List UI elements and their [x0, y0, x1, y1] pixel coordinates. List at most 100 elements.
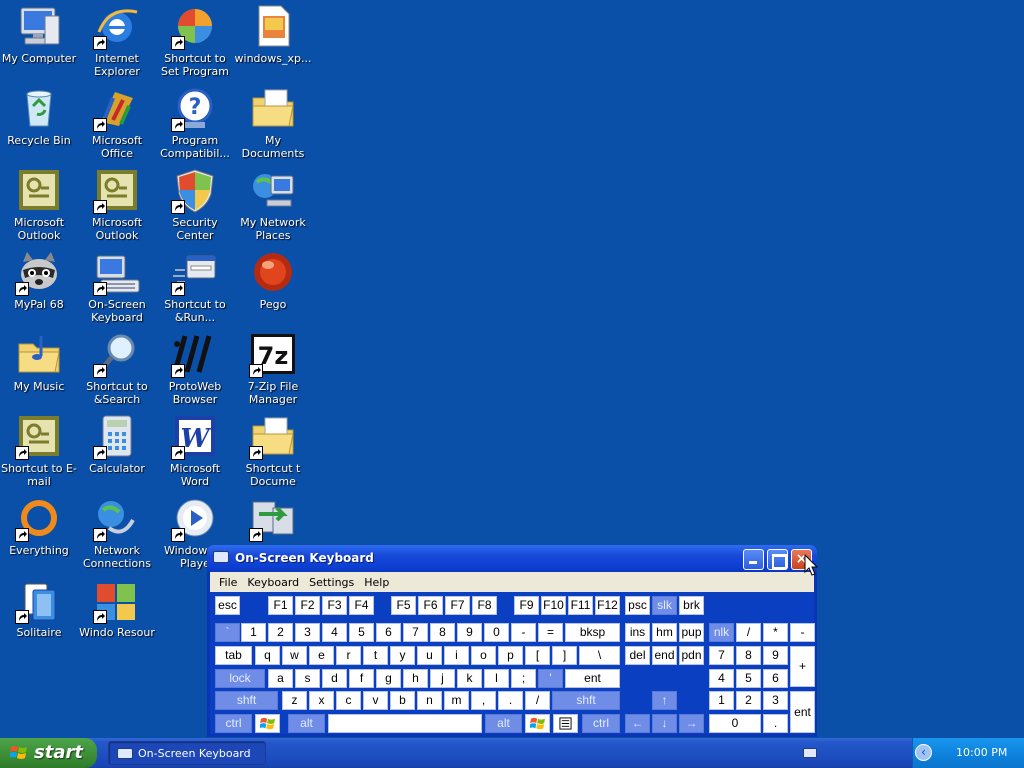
desktop-icon[interactable]: Microsoft Office [78, 84, 156, 160]
key-slash[interactable]: / [525, 691, 550, 710]
key-y[interactable]: y [390, 646, 415, 665]
key-pup[interactable]: pup [679, 623, 704, 642]
key-grave[interactable]: ` [215, 623, 240, 642]
key-f8[interactable]: F8 [472, 596, 497, 615]
key-rshft[interactable]: shft [552, 691, 620, 710]
key-n9[interactable]: 9 [457, 623, 482, 642]
key-f6[interactable]: F6 [418, 596, 443, 615]
desktop-icon[interactable]: ProtoWeb Browser [156, 330, 234, 406]
key-lalt[interactable]: alt [288, 714, 325, 733]
key-comma[interactable]: , [471, 691, 496, 710]
keyboard-tray-icon[interactable] [803, 748, 817, 758]
desktop-icon[interactable]: Security Center [156, 166, 234, 242]
key-f11[interactable]: F11 [568, 596, 593, 615]
key-esc[interactable]: esc [215, 596, 240, 615]
desktop-icon[interactable]: Network Connections [78, 494, 156, 570]
key-np1[interactable]: 1 [709, 691, 734, 710]
key-del[interactable]: del [625, 646, 650, 665]
key-down[interactable]: ↓ [652, 714, 677, 733]
key-b[interactable]: b [390, 691, 415, 710]
taskbar-button-on-screen-keyboard[interactable]: On-Screen Keyboard [108, 741, 266, 765]
key-m[interactable]: m [444, 691, 469, 710]
key-g[interactable]: g [376, 669, 401, 688]
key-w[interactable]: w [282, 646, 307, 665]
menu-settings[interactable]: Settings [304, 576, 359, 589]
key-f12[interactable]: F12 [595, 596, 620, 615]
key-minus[interactable]: - [511, 623, 536, 642]
key-up[interactable]: ↑ [652, 691, 677, 710]
key-v[interactable]: v [363, 691, 388, 710]
key-win-left[interactable] [255, 714, 280, 733]
key-brk[interactable]: brk [679, 596, 704, 615]
key-f5[interactable]: F5 [391, 596, 416, 615]
key-f3[interactable]: F3 [322, 596, 347, 615]
key-np5[interactable]: 5 [736, 669, 761, 688]
key-f9[interactable]: F9 [514, 596, 539, 615]
key-np0[interactable]: 0 [709, 714, 761, 733]
key-h[interactable]: h [403, 669, 428, 688]
key-k[interactable]: k [457, 669, 482, 688]
key-np3[interactable]: 3 [763, 691, 788, 710]
key-n6[interactable]: 6 [376, 623, 401, 642]
desktop-icon[interactable]: W Microsoft Word [156, 412, 234, 488]
key-space[interactable] [328, 714, 482, 733]
desktop-icon[interactable]: Microsoft Outlook [0, 166, 78, 242]
key-np-dot[interactable]: . [763, 714, 788, 733]
key-r[interactable]: r [336, 646, 361, 665]
key-np-ent[interactable]: ent [790, 691, 815, 733]
maximize-button[interactable] [767, 549, 788, 570]
key-psc[interactable]: psc [625, 596, 650, 615]
key-u[interactable]: u [417, 646, 442, 665]
key-rctrl[interactable]: ctrl [582, 714, 620, 733]
key-d[interactable]: d [322, 669, 347, 688]
key-np6[interactable]: 6 [763, 669, 788, 688]
key-f4[interactable]: F4 [349, 596, 374, 615]
desktop-icon[interactable]: 7z 7-Zip File Manager [234, 330, 312, 406]
desktop-icon[interactable]: On-Screen Keyboard [78, 248, 156, 324]
key-bslash[interactable]: \ [579, 646, 620, 665]
key-np9[interactable]: 9 [763, 646, 788, 665]
key-e[interactable]: e [309, 646, 334, 665]
desktop-icon[interactable]: Calculator [78, 412, 156, 475]
key-x[interactable]: x [309, 691, 334, 710]
desktop-icon[interactable]: Shortcut t Docume [234, 412, 312, 488]
key-ent[interactable]: ent [565, 669, 620, 688]
key-n1[interactable]: 1 [241, 623, 266, 642]
menu-keyboard[interactable]: Keyboard [242, 576, 304, 589]
menu-help[interactable]: Help [359, 576, 394, 589]
key-l[interactable]: l [484, 669, 509, 688]
desktop-icon[interactable]: Shortcut to &Run... [156, 248, 234, 324]
key-tab[interactable]: tab [215, 646, 252, 665]
key-slk[interactable]: slk [652, 596, 677, 615]
desktop-icon[interactable]: Windo Resour [78, 576, 156, 639]
desktop-icon[interactable]: Recycle Bin [0, 84, 78, 147]
key-np8[interactable]: 8 [736, 646, 761, 665]
desktop-icon[interactable]: MyPal 68 [0, 248, 78, 311]
key-hm[interactable]: hm [652, 623, 677, 642]
key-ralt[interactable]: alt [485, 714, 522, 733]
minimize-button[interactable] [743, 549, 764, 570]
key-equals[interactable]: = [538, 623, 563, 642]
key-period[interactable]: . [498, 691, 523, 710]
key-nlk[interactable]: nlk [709, 623, 734, 642]
desktop-icon[interactable]: Solitaire [0, 576, 78, 639]
key-n5[interactable]: 5 [349, 623, 374, 642]
desktop-icon[interactable]: Shortcut to &Search [78, 330, 156, 406]
desktop-icon[interactable]: Everything [0, 494, 78, 557]
key-np2[interactable]: 2 [736, 691, 761, 710]
key-q[interactable]: q [255, 646, 280, 665]
key-bksp[interactable]: bksp [565, 623, 620, 642]
key-f10[interactable]: F10 [541, 596, 566, 615]
key-np-sub[interactable]: - [790, 623, 815, 642]
desktop-icon[interactable]: Microsoft Outlook [78, 166, 156, 242]
key-semi[interactable]: ; [511, 669, 536, 688]
key-lctrl[interactable]: ctrl [215, 714, 252, 733]
key-s[interactable]: s [295, 669, 320, 688]
desktop-icon[interactable]: windows_xp... [234, 2, 312, 65]
menu-file[interactable]: File [214, 576, 242, 589]
key-f1[interactable]: F1 [268, 596, 293, 615]
key-n8[interactable]: 8 [430, 623, 455, 642]
key-lshft[interactable]: shft [215, 691, 278, 710]
key-end[interactable]: end [652, 646, 677, 665]
key-n3[interactable]: 3 [295, 623, 320, 642]
